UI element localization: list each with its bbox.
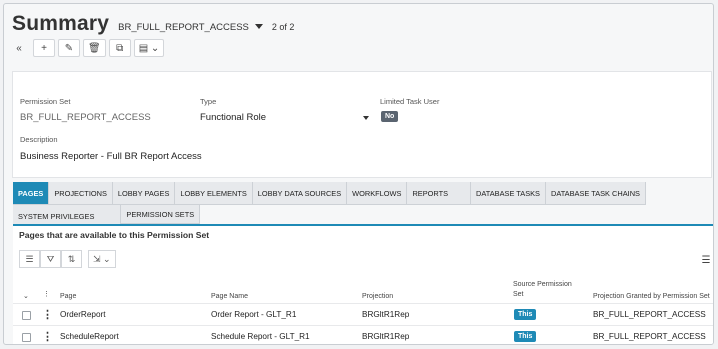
row-menu-icon[interactable]: ⋮ (42, 330, 53, 343)
cell-page-name: Order Report - GLT_R1 (211, 310, 297, 319)
tab-pages[interactable]: PAGES (13, 182, 50, 205)
column-header-page[interactable]: Page (60, 292, 76, 302)
column-header-projection[interactable]: Projection (362, 292, 393, 302)
row-checkbox[interactable] (22, 333, 31, 342)
column-header-page-name[interactable]: Page Name (211, 292, 248, 302)
source-badge: This (514, 331, 537, 342)
table-row[interactable]: ⋮ ScheduleReport Schedule Report - GLT_R… (13, 325, 713, 344)
panel-title: Pages that are available to this Permiss… (19, 230, 210, 240)
permission-set-value: BR_FULL_REPORT_ACCESS (20, 112, 151, 123)
tab-database-task-chains[interactable]: DATABASE TASK CHAINS (545, 182, 646, 205)
tab-bar: PAGES PROJECTIONS LOBBY PAGES LOBBY ELEM… (13, 182, 713, 228)
tab-reports[interactable]: REPORTS (407, 182, 472, 205)
tab-lobby-pages[interactable]: LOBBY PAGES (112, 182, 176, 205)
page-title: Summary (12, 12, 110, 35)
delete-icon[interactable]: 🗑 (83, 39, 106, 57)
column-menu-icon[interactable]: ☰ (699, 254, 713, 268)
permission-set-label: Permission Set (20, 97, 71, 106)
detail-card: Permission Set BR_FULL_REPORT_ACCESS Typ… (12, 71, 712, 178)
record-dropdown-icon[interactable] (254, 24, 263, 29)
type-field[interactable]: Functional Role (200, 112, 266, 123)
description-label: Description (20, 135, 58, 144)
tab-workflows[interactable]: WORKFLOWS (347, 182, 408, 205)
row-menu-icon[interactable]: ⋮ (42, 308, 53, 321)
record-selector[interactable]: BR_FULL_REPORT_ACCESS (118, 22, 249, 33)
tab-permission-sets[interactable]: PERMISSION SETS (121, 205, 201, 224)
tab-lobby-data-sources[interactable]: LOBBY DATA SOURCES (252, 182, 348, 205)
limited-task-user-badge: No (381, 111, 399, 122)
row-checkbox[interactable] (22, 311, 31, 320)
edit-icon[interactable]: ✎ (58, 39, 80, 57)
description-value: Business Reporter - Full BR Report Acces… (20, 151, 202, 162)
toolbar: « + ✎ 🗑 ⧉ ▤ ⌄ (8, 39, 165, 57)
type-label: Type (200, 97, 217, 106)
cell-projection-granted: BR_FULL_REPORT_ACCESS (593, 332, 706, 341)
copy-icon[interactable]: ⧉ (108, 39, 131, 57)
row-actions-header-icon: ⋮ (43, 291, 50, 298)
collapse-icon[interactable]: « (8, 39, 30, 57)
column-header-projection-granted[interactable]: Projection Granted by Permission Set (593, 292, 710, 302)
filter-icon[interactable]: ⛛ (40, 250, 61, 268)
type-dropdown-icon[interactable] (363, 116, 369, 120)
app-window: Summary BR_FULL_REPORT_ACCESS 2 of 2 « +… (3, 3, 714, 345)
more-actions-button[interactable]: ▤ ⌄ (133, 39, 165, 57)
page-header: Summary BR_FULL_REPORT_ACCESS 2 of 2 (12, 12, 294, 36)
table-toolbar: ☰ ⛛ ⇅ ⇲ ⌄ (19, 250, 116, 268)
cell-projection: BRGltR1Rep (362, 332, 410, 341)
tab-projections[interactable]: PROJECTIONS (49, 182, 113, 205)
column-header-source-permission-set[interactable]: Source Permission Set (513, 280, 583, 300)
tab-database-tasks[interactable]: DATABASE TASKS (471, 182, 546, 205)
cell-projection-granted: BR_FULL_REPORT_ACCESS (593, 310, 706, 319)
limited-task-user-label: Limited Task User (380, 97, 440, 106)
select-all-icon[interactable]: ⌄ (23, 292, 29, 302)
table-row[interactable]: ⋮ OrderReport Order Report - GLT_R1 BRGl… (13, 303, 713, 325)
tab-lobby-elements[interactable]: LOBBY ELEMENTS (175, 182, 253, 205)
cell-page-name: Schedule Report - GLT_R1 (211, 332, 310, 341)
source-badge: This (514, 309, 537, 320)
add-icon[interactable]: + (33, 39, 55, 57)
record-navigation: 2 of 2 (271, 22, 295, 32)
list-icon[interactable]: ☰ (19, 250, 40, 268)
cell-page: ScheduleReport (60, 332, 119, 341)
pages-panel: Pages that are available to this Permiss… (13, 224, 713, 344)
export-icon[interactable]: ⇲ ⌄ (88, 250, 116, 268)
cell-projection: BRGltR1Rep (362, 310, 410, 319)
cell-page: OrderReport (60, 310, 106, 319)
sort-icon[interactable]: ⇅ (61, 250, 82, 268)
